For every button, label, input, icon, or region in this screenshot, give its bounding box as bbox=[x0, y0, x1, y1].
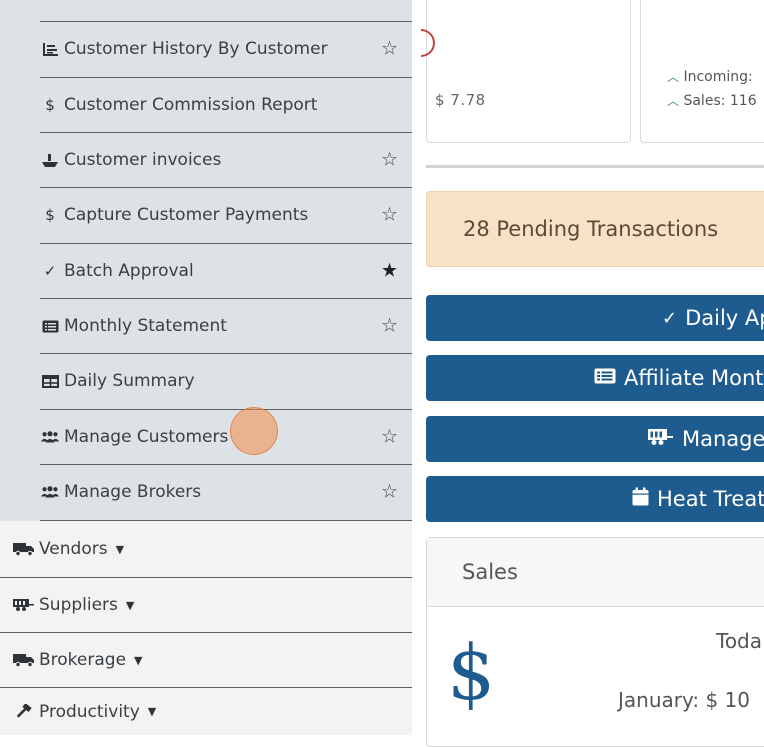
sidebar-item-batch-approval[interactable]: ✓ Batch Approval ★ bbox=[40, 243, 412, 298]
favorite-star-filled-icon[interactable]: ★ bbox=[381, 261, 398, 281]
nav-vendors[interactable]: Vendors ▼ bbox=[0, 521, 412, 578]
today-label: Toda bbox=[716, 629, 763, 653]
truck-icon bbox=[13, 542, 35, 556]
trailer-icon bbox=[648, 428, 674, 451]
affiliate-monthly-button[interactable]: Affiliate Month bbox=[426, 355, 764, 401]
pending-transactions-alert[interactable]: 28 Pending Transactions bbox=[426, 191, 764, 267]
sales-panel: Sales $ Toda January: $ 10 bbox=[426, 537, 764, 747]
favorite-star-icon[interactable]: ☆ bbox=[381, 0, 398, 4]
ring-chart-fragment bbox=[421, 29, 435, 57]
incoming-label: Incoming: bbox=[683, 69, 753, 85]
january-label: January: $ 10 bbox=[618, 688, 750, 712]
sidebar-item-manage-customers[interactable]: Manage Customers ☆ bbox=[40, 409, 412, 464]
sales-line: ︿ Sales: 116 bbox=[667, 92, 757, 109]
panel-gap bbox=[412, 0, 426, 735]
favorite-star-icon[interactable]: ☆ bbox=[381, 427, 398, 447]
hammer-icon bbox=[13, 703, 35, 720]
sidebar-item-customer-commission[interactable]: $ Customer Commission Report bbox=[40, 77, 412, 132]
trailer-icon bbox=[13, 598, 35, 612]
sales-panel-header: Sales bbox=[427, 538, 764, 607]
chevron-up-icon: ︿ bbox=[667, 94, 680, 108]
summary-card-right: ︿ Incoming: ︿ Sales: 116 bbox=[640, 0, 764, 143]
sidebar-subitem-cut[interactable]: ☆ bbox=[40, 0, 412, 22]
sidebar-item-label: Manage Brokers bbox=[64, 482, 202, 502]
caret-down-icon: ▼ bbox=[125, 598, 135, 612]
list-icon bbox=[40, 320, 60, 333]
sidebar-item-label: Manage Customers bbox=[64, 427, 229, 447]
nav-productivity[interactable]: Productivity ▼ bbox=[0, 688, 412, 735]
favorite-star-icon[interactable]: ☆ bbox=[381, 205, 398, 225]
favorite-star-icon[interactable]: ☆ bbox=[381, 150, 398, 170]
sidebar-item-daily-summary[interactable]: Daily Summary bbox=[40, 353, 412, 408]
users-icon bbox=[40, 430, 60, 444]
sidebar-item-manage-brokers[interactable]: Manage Brokers ☆ bbox=[40, 464, 412, 519]
button-label: Manage bbox=[682, 427, 764, 451]
sales-title: Sales bbox=[462, 560, 518, 584]
calendar-icon bbox=[632, 487, 649, 511]
sidebar-item-label: Batch Approval bbox=[64, 261, 194, 281]
sidebar-item-label: Customer History By Customer bbox=[64, 39, 328, 59]
sidebar-item-label: Capture Customer Payments bbox=[64, 205, 309, 225]
nav-label: Brokerage bbox=[39, 650, 127, 670]
section-divider bbox=[426, 165, 764, 168]
caret-down-icon: ▼ bbox=[134, 653, 143, 667]
chart-icon bbox=[40, 42, 60, 56]
summary-card-left: $ 7.78 bbox=[421, 0, 631, 143]
list-icon bbox=[594, 368, 616, 389]
favorite-star-icon[interactable]: ☆ bbox=[381, 316, 398, 336]
dollar-icon: $ bbox=[45, 96, 55, 114]
button-label: Heat Treat bbox=[657, 487, 764, 511]
manage-button[interactable]: Manage bbox=[426, 416, 764, 462]
nav-label: Vendors bbox=[39, 539, 108, 559]
customers-submenu: ☆ Customer History By Customer ☆ $ Custo… bbox=[0, 0, 412, 521]
card-value: $ 7.78 bbox=[435, 91, 486, 109]
sidebar-item-monthly-statement[interactable]: Monthly Statement ☆ bbox=[40, 298, 412, 353]
sidebar-item-label: Customer Commission Report bbox=[64, 95, 318, 115]
check-icon: ✓ bbox=[662, 307, 678, 329]
ship-icon bbox=[40, 153, 60, 168]
sidebar-item-customer-invoices[interactable]: Customer invoices ☆ bbox=[40, 132, 412, 187]
nav-brokerage[interactable]: Brokerage ▼ bbox=[0, 633, 412, 688]
nav-suppliers[interactable]: Suppliers ▼ bbox=[0, 578, 412, 633]
incoming-line: ︿ Incoming: bbox=[667, 68, 753, 85]
daily-approval-button[interactable]: ✓ Daily Ap bbox=[426, 295, 764, 341]
check-icon: ✓ bbox=[43, 262, 57, 280]
sidebar-item-label: Monthly Statement bbox=[64, 316, 227, 336]
sales-label: Sales: 116 bbox=[683, 93, 757, 109]
table-icon bbox=[40, 374, 60, 388]
sidebar-item-capture-payments[interactable]: $ Capture Customer Payments ☆ bbox=[40, 187, 412, 242]
caret-down-icon: ▼ bbox=[115, 542, 125, 556]
users-icon bbox=[40, 485, 60, 499]
dollar-icon: $ bbox=[45, 206, 55, 224]
sidebar-item-label: Daily Summary bbox=[64, 371, 195, 391]
pending-text: 28 Pending Transactions bbox=[463, 217, 719, 241]
nav-label: Productivity bbox=[39, 701, 140, 722]
heat-treat-button[interactable]: Heat Treat bbox=[426, 476, 764, 522]
truck-icon bbox=[13, 653, 35, 667]
favorite-star-icon[interactable]: ☆ bbox=[381, 39, 398, 59]
chevron-up-icon: ︿ bbox=[667, 70, 680, 84]
button-label: Daily Ap bbox=[685, 306, 764, 330]
caret-down-icon: ▼ bbox=[147, 705, 157, 718]
cursor-highlight bbox=[230, 407, 278, 455]
sidebar-item-customer-history[interactable]: Customer History By Customer ☆ bbox=[40, 21, 412, 76]
sidebar-item-label: Customer invoices bbox=[64, 150, 222, 170]
favorite-star-icon[interactable]: ☆ bbox=[381, 482, 398, 502]
button-label: Affiliate Month bbox=[624, 366, 764, 390]
nav-label: Suppliers bbox=[39, 595, 118, 615]
dollar-icon: $ bbox=[447, 628, 496, 717]
sidebar: ☆ Customer History By Customer ☆ $ Custo… bbox=[0, 0, 412, 735]
